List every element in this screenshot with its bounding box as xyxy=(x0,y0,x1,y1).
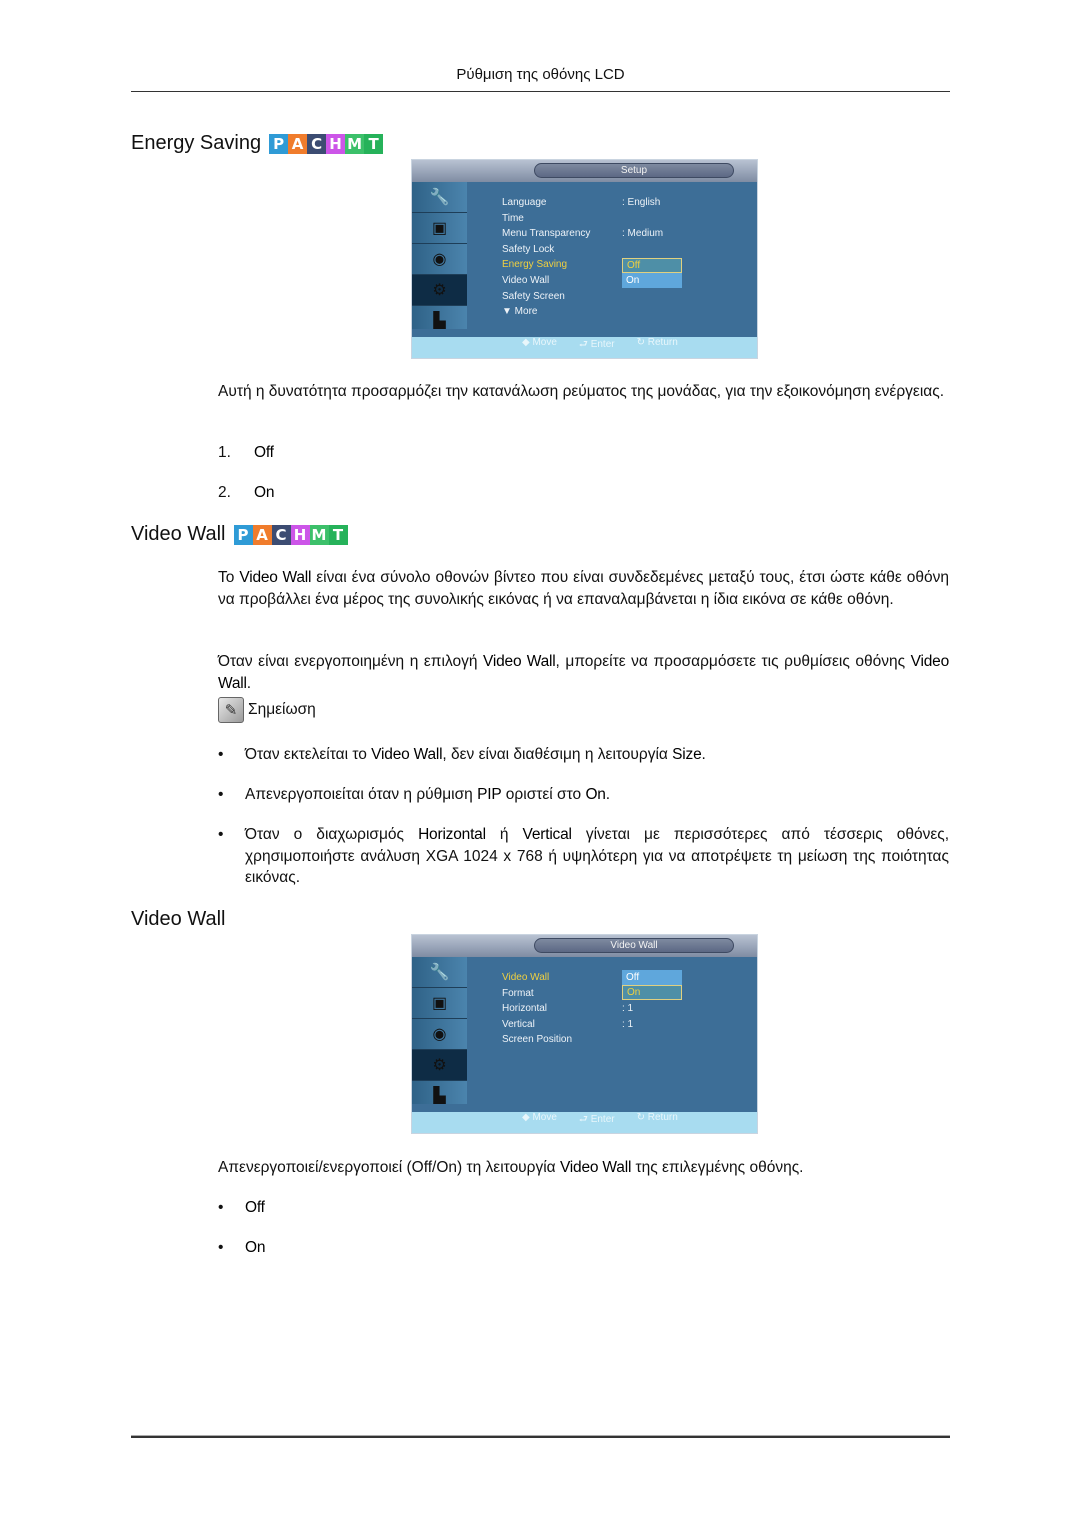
badge-t: T xyxy=(328,524,348,545)
osd-setup-screenshot: Setup 🔧 ▣ ◉ ⚙ ▙ Language : English Time Men… xyxy=(411,159,758,359)
video-wall-heading: Video Wall P A C H M T xyxy=(131,523,348,546)
osd-menu-item: Time xyxy=(502,211,663,227)
video-wall-sub-description: Απενεργοποιεί/ενεργοποιεί (Off/On) τη λε… xyxy=(218,1159,804,1176)
note-item: • Απενεργοποιείται όταν η ρύθμιση PIP ορ… xyxy=(218,786,611,803)
energy-saving-heading: Energy Saving P A C H M T xyxy=(131,132,384,155)
video-wall-sub-heading: Video Wall xyxy=(131,908,226,930)
dropdown-option-off: Off xyxy=(622,258,682,273)
osd-menu-item: Safety Lock xyxy=(502,242,663,258)
osd-nav-bar: ◆ Move ⮐ Enter ↻ Return xyxy=(412,1112,757,1133)
header-rule xyxy=(131,91,950,92)
osd-menu-item: Safety Screen xyxy=(502,289,663,305)
dropdown-option-on: On xyxy=(622,985,682,1000)
osd-menu-label: Menu Transparency xyxy=(502,228,591,240)
badge-c: C xyxy=(307,133,327,154)
badge-p: P xyxy=(233,524,253,545)
badge-m: M xyxy=(309,524,329,545)
osd-dropdown: Off On xyxy=(622,970,682,1000)
osd-menu-value: : English xyxy=(622,197,661,208)
footer-rule xyxy=(131,1435,950,1438)
osd-menu-label: Safety Screen xyxy=(502,290,565,302)
option-on: • On xyxy=(218,1239,266,1256)
osd-menu-value: : 1 xyxy=(622,1018,634,1030)
badge-m: M xyxy=(345,133,365,154)
nav-move: ◆ Move xyxy=(522,1112,557,1123)
osd-title: Setup xyxy=(534,163,734,178)
page-header: Ρύθμιση της οθόνης LCD xyxy=(456,66,625,83)
energy-saving-title: Energy Saving xyxy=(131,132,262,154)
badge-p: P xyxy=(269,133,289,154)
nav-return: ↻ Return xyxy=(636,1112,678,1123)
input-icon: ▣ xyxy=(412,213,467,244)
note-header: ✎ Σημείωση xyxy=(218,697,316,723)
sound-icon: ◉ xyxy=(412,244,467,275)
option-off: 1. Off xyxy=(218,444,274,461)
video-wall-para-2: Όταν είναι ενεργοποιημένη η επιλογή Vide… xyxy=(218,653,950,692)
osd-menu-label: Video Wall xyxy=(502,972,550,983)
osd-menu-label: Energy Saving xyxy=(502,259,568,271)
osd-menu-label: Safety Lock xyxy=(502,243,555,255)
osd-menu-label: ▼ More xyxy=(502,306,538,318)
osd-title: Video Wall xyxy=(534,938,734,953)
osd-menu-item: Horizontal : 1 xyxy=(502,1001,633,1017)
osd-nav-bar: ◆ Move ⮐ Enter ↻ Return xyxy=(412,337,757,358)
note-item: • Όταν ο διαχωρισμός Horizontal ή Vertic… xyxy=(218,826,950,886)
note-item: • Όταν εκτελείται το Video Wall, δεν είν… xyxy=(218,746,706,763)
video-wall-para-1: Το Video Wall είναι ένα σύνολο οθονών βί… xyxy=(218,569,949,608)
osd-menu-item: ▼ More xyxy=(502,304,663,320)
nav-return: ↻ Return xyxy=(636,337,678,348)
nav-enter: ⮐ Enter xyxy=(578,1114,615,1125)
nav-enter: ⮐ Enter xyxy=(578,339,615,350)
osd-menu-value: : 1 xyxy=(622,1003,634,1015)
model-badges: P A C H M T xyxy=(233,524,348,545)
osd-dropdown: Off On xyxy=(622,258,682,288)
osd-menu-item: Format: xyxy=(502,986,633,1002)
nav-move: ◆ Move xyxy=(522,337,557,348)
note-label: Σημείωση xyxy=(248,701,316,718)
osd-menu-label: Language xyxy=(502,197,547,208)
osd-menu-label: Horizontal xyxy=(502,1003,548,1015)
energy-saving-description: Αυτή η δυνατότητα προσαρμόζει την κατανά… xyxy=(218,383,945,400)
osd-menu-item: Menu Transparency : Medium xyxy=(502,226,663,242)
badge-c: C xyxy=(271,524,291,545)
badge-t: T xyxy=(364,133,384,154)
input-icon: ▣ xyxy=(412,988,467,1019)
osd-menu-label: Format xyxy=(502,987,534,999)
note-pencil-icon: ✎ xyxy=(218,697,244,723)
badge-h: H xyxy=(326,133,346,154)
option-off: • Off xyxy=(218,1199,265,1216)
setup-gear-icon: ⚙ xyxy=(412,275,467,306)
model-badges: P A C H M T xyxy=(269,133,384,154)
osd-menu-item: Language : English xyxy=(502,195,663,211)
badge-a: A xyxy=(288,133,308,154)
picture-icon: 🔧 xyxy=(412,182,467,213)
badge-h: H xyxy=(290,524,310,545)
option-on: 2. On xyxy=(218,484,275,501)
dropdown-option-off: Off xyxy=(622,970,682,985)
osd-menu-item: Vertical : 1 xyxy=(502,1017,633,1033)
sound-icon: ◉ xyxy=(412,1019,467,1050)
osd-menu-label: Video Wall xyxy=(502,274,550,286)
osd-menu-label: Screen Position xyxy=(502,1034,573,1046)
osd-menu-value: : Medium xyxy=(622,228,664,240)
badge-a: A xyxy=(252,524,272,545)
osd-menu-item: Screen Position xyxy=(502,1032,633,1048)
dropdown-option-on: On xyxy=(622,273,682,288)
setup-gear-icon: ⚙ xyxy=(412,1050,467,1081)
osd-video-wall-screenshot: Video Wall 🔧 ▣ ◉ ⚙ ▙ Video Wall:Format:H… xyxy=(411,934,758,1134)
osd-menu: Video Wall:Format:Horizontal : 1 Vertical:… xyxy=(502,970,633,1048)
video-wall-title: Video Wall xyxy=(131,523,226,545)
osd-menu-item: Video Wall: xyxy=(502,970,633,986)
osd-menu-label: Time xyxy=(502,212,524,224)
picture-icon: 🔧 xyxy=(412,957,467,988)
osd-sidebar: 🔧 ▣ ◉ ⚙ ▙ xyxy=(412,182,467,337)
osd-menu-label: Vertical xyxy=(502,1018,535,1030)
osd-sidebar: 🔧 ▣ ◉ ⚙ ▙ xyxy=(412,957,467,1112)
